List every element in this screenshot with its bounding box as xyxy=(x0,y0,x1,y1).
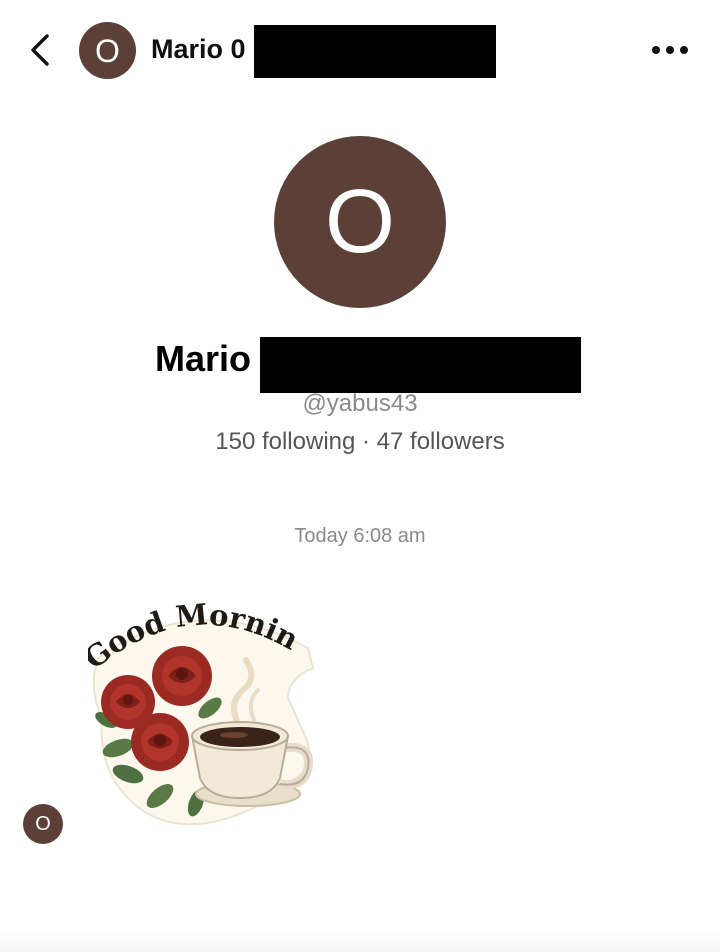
profile-avatar[interactable]: O xyxy=(274,136,446,308)
more-horizontal-icon xyxy=(652,46,688,54)
redaction-bar xyxy=(254,25,496,78)
back-button[interactable] xyxy=(24,32,56,68)
contact-name[interactable]: Mario 0 xyxy=(151,34,246,65)
good-morning-sticker[interactable]: Good Morning xyxy=(78,571,320,830)
avatar[interactable]: O xyxy=(79,22,136,79)
more-options-button[interactable] xyxy=(648,36,692,64)
chat-screen: O Mario 0 O Mario @yabus43 150 following… xyxy=(0,0,720,952)
profile-handle: @yabus43 xyxy=(302,390,418,417)
redaction-bar xyxy=(260,337,581,393)
sender-avatar[interactable]: O xyxy=(23,804,63,844)
profile-name: Mario xyxy=(155,338,252,379)
composer-edge xyxy=(0,930,720,952)
chevron-left-icon xyxy=(31,34,49,66)
chat-header: O Mario 0 xyxy=(0,0,720,100)
profile-stats: 150 following · 47 followers xyxy=(215,428,505,455)
sticker-image: Good Morning xyxy=(78,571,315,826)
message-timestamp: Today 6:08 am xyxy=(294,525,426,547)
